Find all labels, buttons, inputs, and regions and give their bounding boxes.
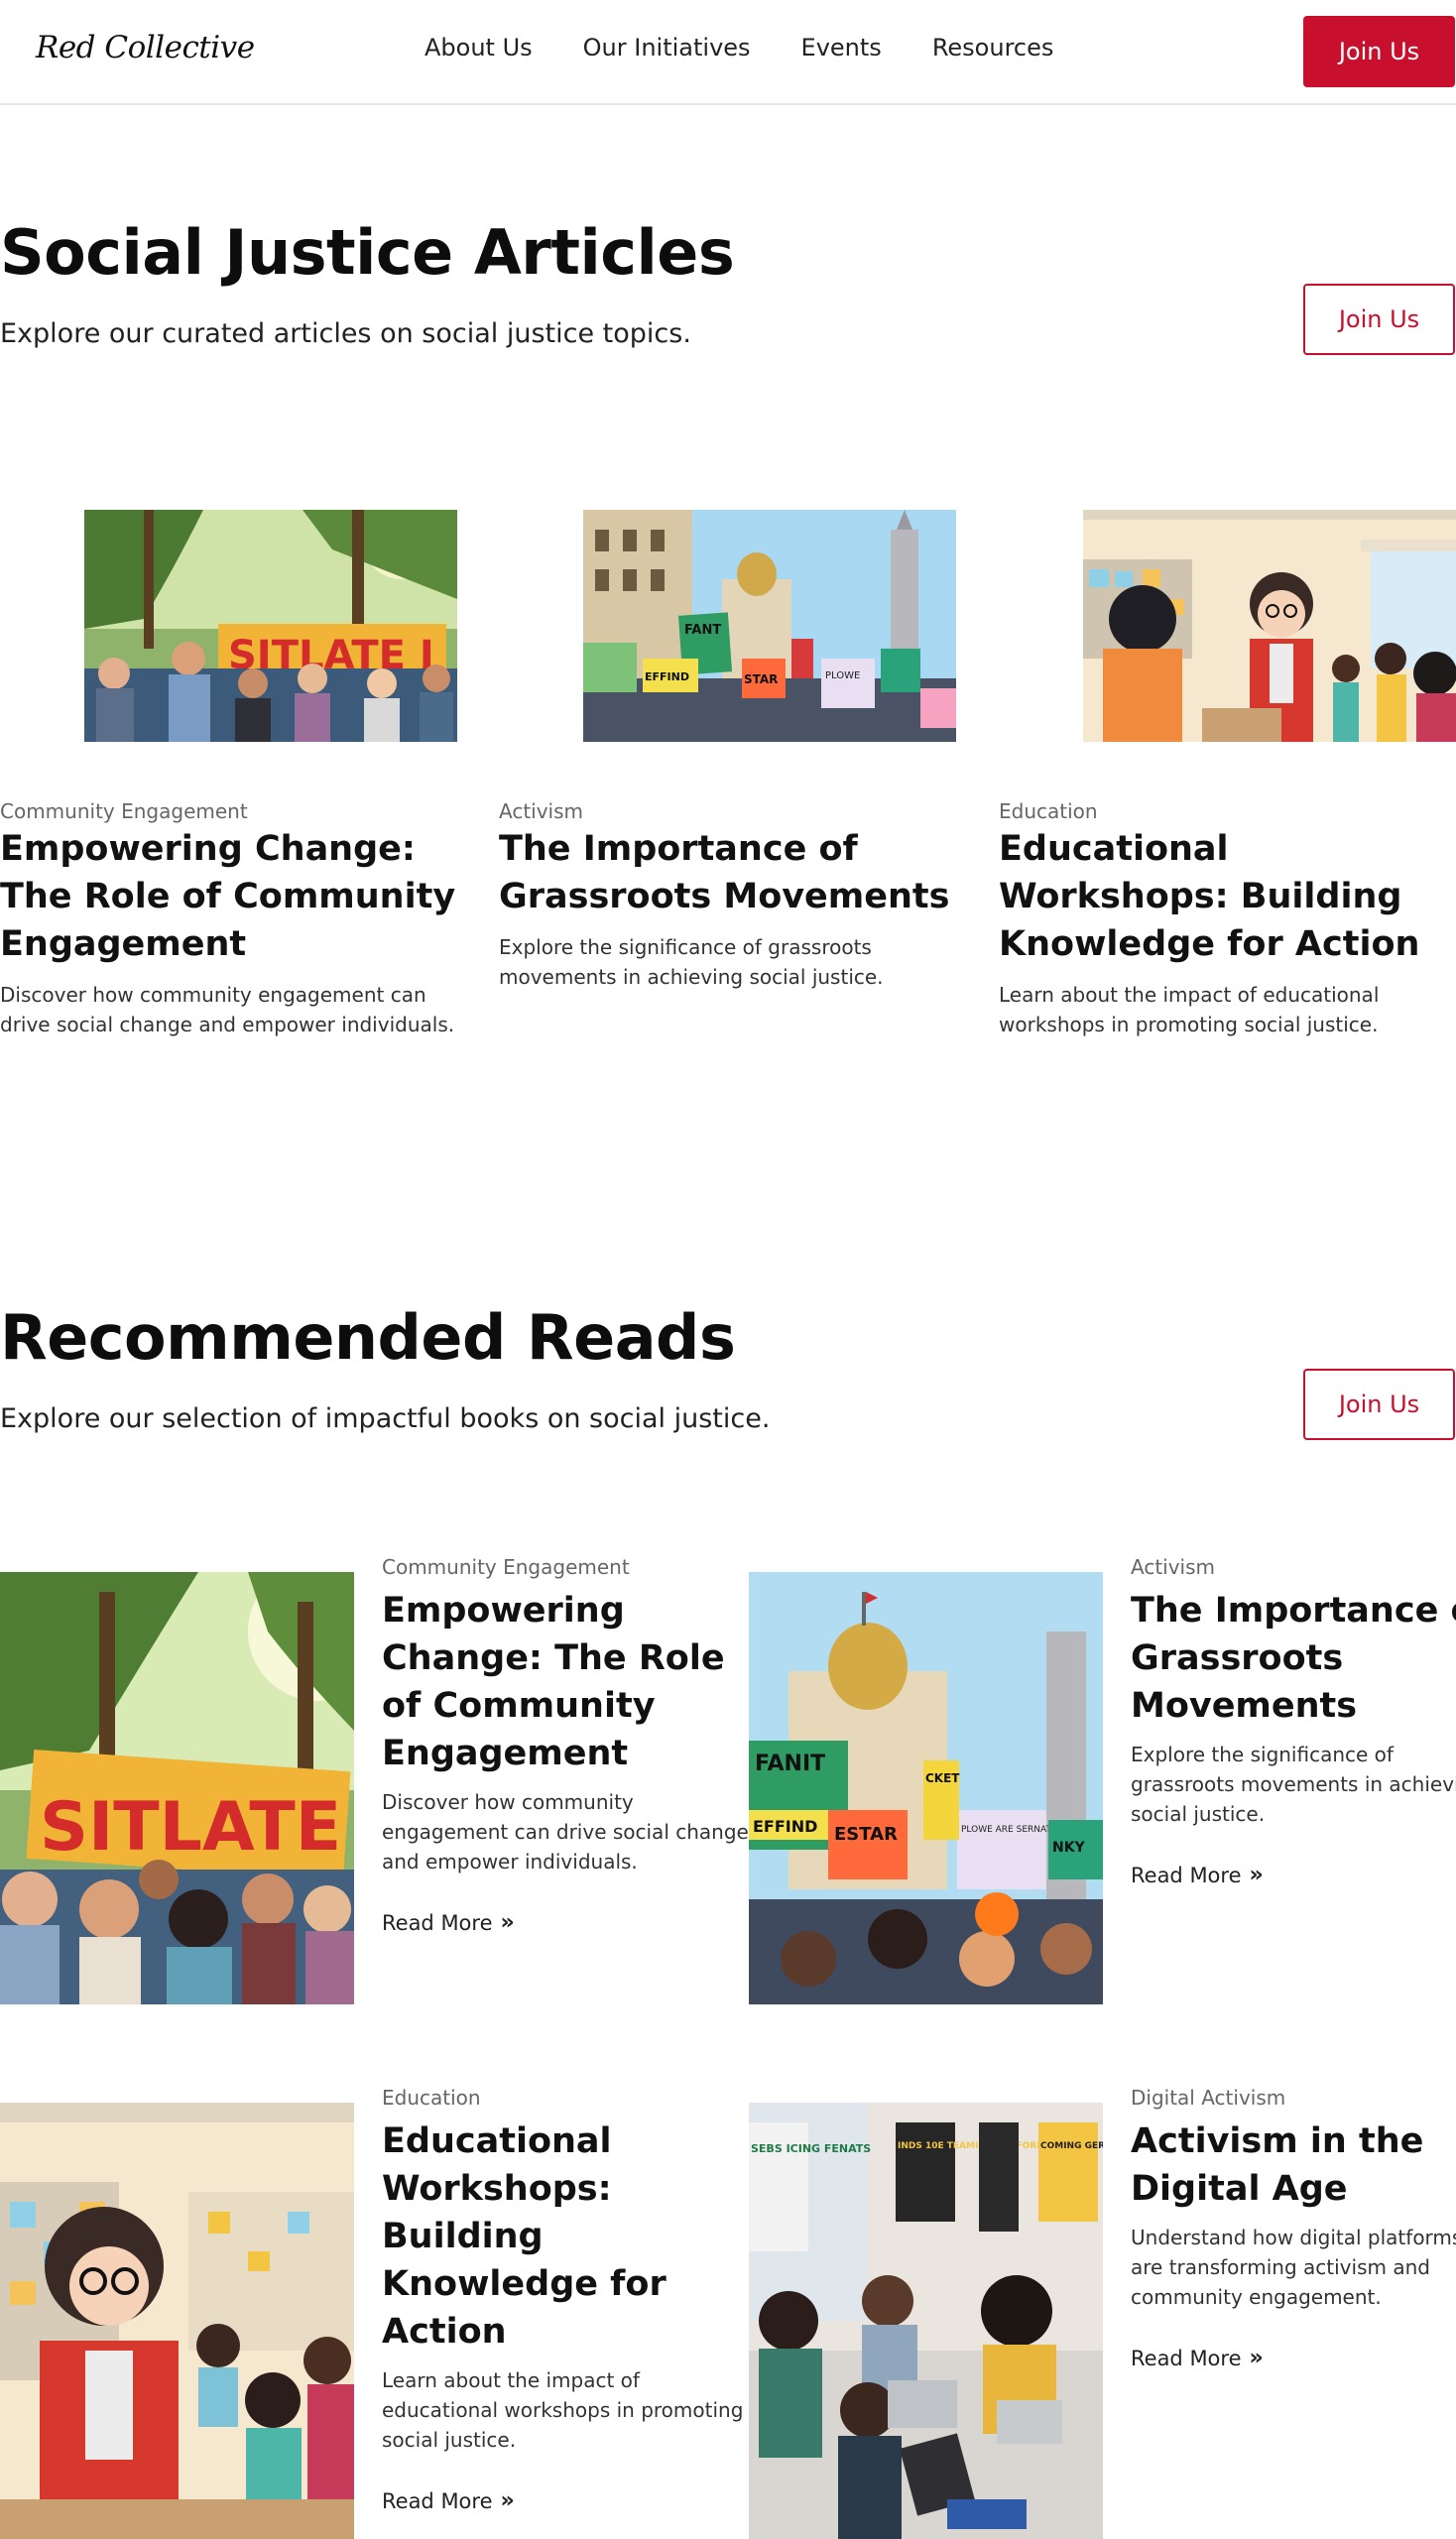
read-more-link[interactable]: Read More » [1131, 1863, 1456, 1887]
rec-description: Understand how digital platforms are tra… [1131, 2226, 1456, 2309]
article-category: Community Engagement [0, 799, 248, 823]
rec-item: Community Engagement Empowering Change: … [382, 1555, 749, 1935]
article-description: Learn about the impact of educational wo… [999, 983, 1380, 1036]
articles-join-us-button[interactable]: Join Us [1303, 284, 1455, 355]
read-more-link[interactable]: Read More » [1131, 2346, 1456, 2370]
sign-text: ESTAR [834, 1824, 898, 1845]
nav-join-us-button[interactable]: Join Us [1303, 16, 1455, 87]
recommended-section-title: Recommended Reads [0, 1301, 736, 1374]
double-chevron-right-icon: » [500, 2488, 515, 2513]
rec-title[interactable]: The Importance of Grassroots Movements [1131, 1587, 1456, 1730]
top-nav: Red Collective About Us Our Initiatives … [0, 0, 1456, 105]
nav-link-resources[interactable]: Resources [932, 34, 1054, 61]
sign-text: EFFIND [645, 670, 689, 683]
rec-category: Activism [1131, 1555, 1216, 1579]
logo[interactable]: Red Collective [36, 30, 255, 65]
rec-image-digital-activism[interactable]: SEBS ICING FENATS INDS 10E TEAMING HIT F… [749, 2103, 1103, 2539]
nav-link-events[interactable]: Events [801, 34, 882, 61]
rec-description: Discover how community engagement can dr… [382, 1790, 749, 1874]
poster-text: COMING GERNACE [1040, 2141, 1103, 2151]
poster-text: INDS 10E TEAMING HIT FORE [898, 2141, 1042, 2151]
sign-text: PLOWE [825, 670, 860, 681]
rec-category: Digital Activism [1131, 2086, 1286, 2110]
recommended-section-subtitle: Explore our selection of impactful books… [0, 1403, 771, 1434]
double-chevron-right-icon: » [500, 1910, 515, 1935]
sign-text: EFFIND [753, 1817, 817, 1836]
banner-text: SITLATE [40, 1788, 341, 1867]
article-title[interactable]: Empowering Change: The Role of Community… [0, 825, 456, 968]
article-description: Explore the significance of grassroots m… [499, 935, 884, 989]
rec-title[interactable]: Educational Workshops: Building Knowledg… [382, 2117, 749, 2356]
rec-title[interactable]: Activism in the Digital Age [1131, 2117, 1456, 2213]
recommended-join-us-button[interactable]: Join Us [1303, 1369, 1455, 1440]
read-more-label: Read More [382, 1910, 493, 1935]
double-chevron-right-icon: » [1249, 2346, 1264, 2370]
read-more-label: Read More [1131, 2346, 1242, 2370]
rec-title[interactable]: Empowering Change: The Role of Community… [382, 1587, 749, 1777]
article-image-grassroots-protest[interactable]: FANT EFFIND STAR PLOWE [583, 510, 956, 742]
rec-description: Learn about the impact of educational wo… [382, 2368, 744, 2452]
rec-item: Activism The Importance of Grassroots Mo… [1131, 1555, 1456, 1887]
read-more-label: Read More [1131, 1863, 1242, 1887]
article-description: Discover how community engagement can dr… [0, 983, 455, 1036]
read-more-link[interactable]: Read More » [382, 2488, 749, 2513]
double-chevron-right-icon: » [1249, 1863, 1264, 1887]
sign-text: FANT [684, 623, 721, 638]
article-image-community-rally[interactable]: SITLATE J [84, 510, 457, 742]
nav-links: About Us Our Initiatives Events Resource… [425, 34, 1053, 61]
sign-text: CKET [925, 1771, 960, 1785]
sign-text: FANIT [755, 1752, 825, 1776]
rec-image-community-rally[interactable]: SITLATE [0, 1572, 354, 2004]
read-more-label: Read More [382, 2488, 493, 2513]
rec-category: Education [382, 2086, 481, 2110]
poster-text: SEBS ICING FENATS [751, 2142, 871, 2155]
nav-link-our-initiatives[interactable]: Our Initiatives [583, 34, 751, 61]
article-title[interactable]: Educational Workshops: Building Knowledg… [999, 825, 1455, 968]
article-category: Activism [499, 799, 584, 823]
read-more-link[interactable]: Read More » [382, 1910, 749, 1935]
article-image-educational-workshop[interactable] [1083, 510, 1456, 742]
articles-section-title: Social Justice Articles [0, 216, 735, 289]
sign-text: NKY [1052, 1840, 1086, 1856]
sign-text: STAR [744, 672, 778, 686]
rec-image-grassroots-protest[interactable]: FANIT EFFIND ESTAR PLOWE ARE SERNATTE CU… [749, 1572, 1103, 2004]
rec-description: Explore the significance of grassroots m… [1131, 1743, 1456, 1826]
articles-section-subtitle: Explore our curated articles on social j… [0, 318, 691, 349]
article-title[interactable]: The Importance of Grassroots Movements [499, 825, 955, 920]
rec-image-educational-workshop[interactable] [0, 2103, 354, 2539]
nav-link-about-us[interactable]: About Us [425, 34, 533, 61]
rec-item: Digital Activism Activism in the Digital… [1131, 2086, 1456, 2370]
rec-item: Education Educational Workshops: Buildin… [382, 2086, 749, 2513]
rec-category: Community Engagement [382, 1555, 630, 1579]
article-category: Education [999, 799, 1098, 823]
